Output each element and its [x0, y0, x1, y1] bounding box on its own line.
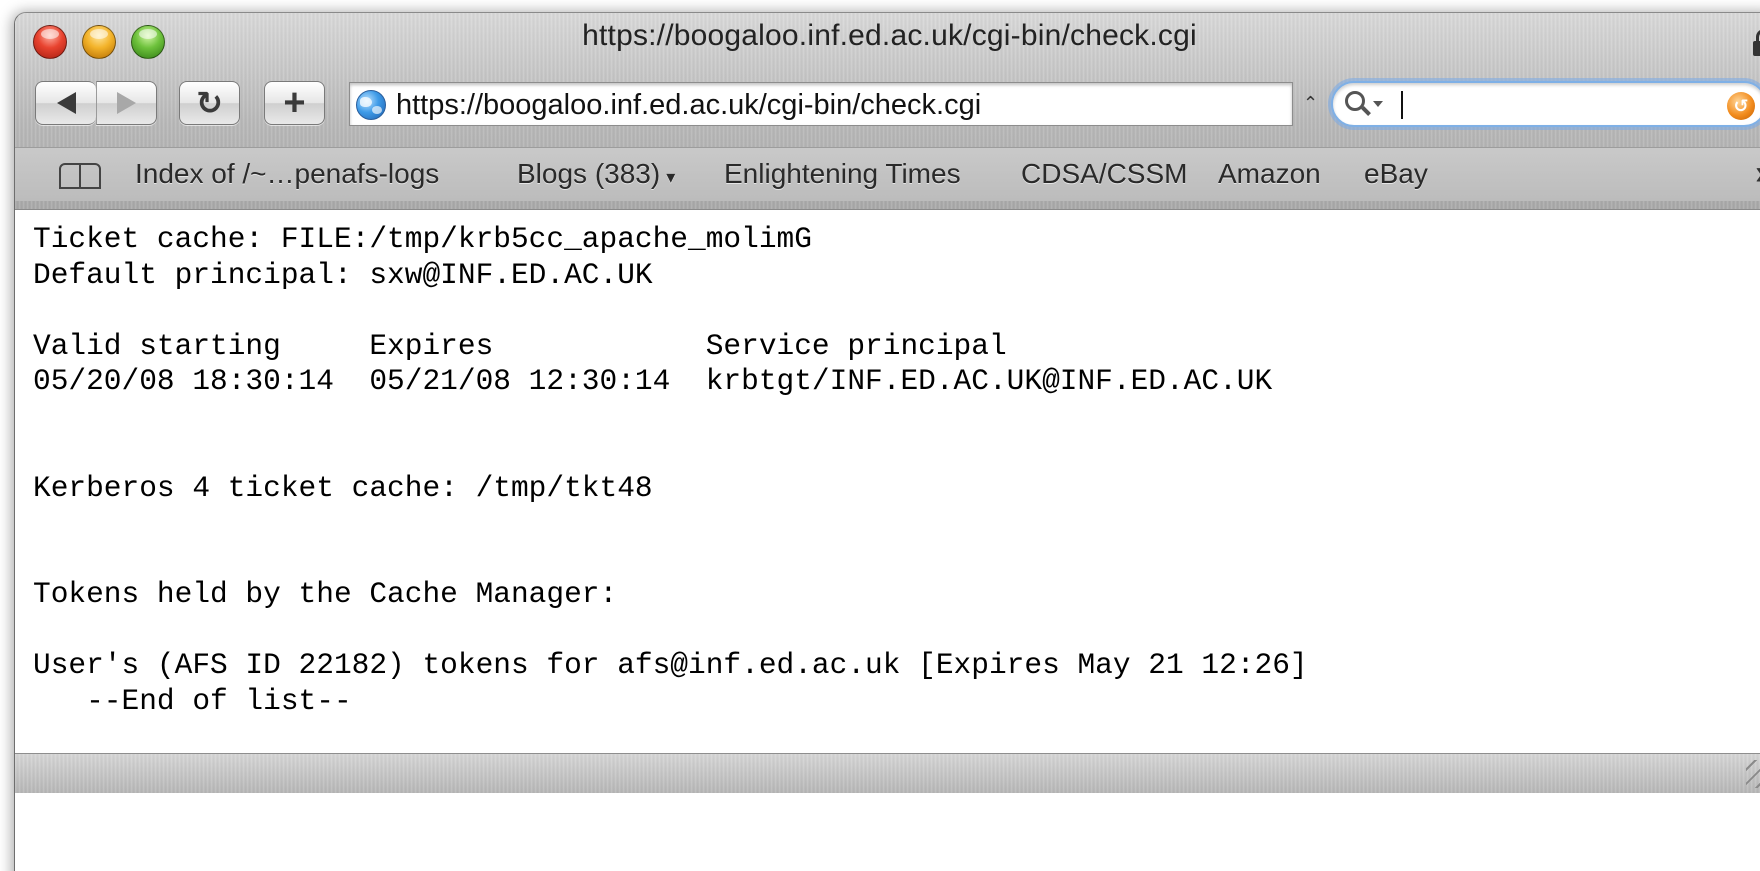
arrow-right-icon [117, 92, 136, 114]
bookmark-amazon[interactable]: Amazon [1218, 158, 1321, 190]
address-bar[interactable]: https://boogaloo.inf.ed.ac.uk/cgi-bin/ch… [349, 82, 1293, 126]
navigation-toolbar: ↻ + https://boogaloo.inf.ed.ac.uk/cgi-bi… [15, 67, 1760, 137]
output-line: --End of list-- [33, 683, 352, 718]
browser-chrome: https://boogaloo.inf.ed.ac.uk/cgi-bin/ch… [15, 13, 1760, 209]
output-line: Default principal: sxw@INF.ED.AC.UK [33, 257, 653, 292]
page-content: Ticket cache: FILE:/tmp/krb5cc_apache_mo… [15, 209, 1760, 753]
plus-icon: + [283, 82, 306, 124]
snapback-icon[interactable]: ↺ [1727, 92, 1755, 120]
reload-icon: ↻ [196, 85, 223, 121]
text-cursor [1401, 91, 1403, 119]
window-title: https://boogaloo.inf.ed.ac.uk/cgi-bin/ch… [582, 19, 1197, 52]
add-bookmark-button[interactable]: + [264, 81, 325, 125]
arrow-left-icon [56, 92, 76, 114]
reload-button[interactable]: ↻ [179, 81, 240, 125]
browser-window: https://boogaloo.inf.ed.ac.uk/cgi-bin/ch… [14, 12, 1760, 871]
output-line: User's (AFS ID 22182) tokens for afs@inf… [33, 648, 1308, 682]
bookmarks-overflow-icon[interactable]: » [1755, 154, 1760, 193]
bookmark-blogs[interactable]: Blogs (383) ▾ [517, 158, 675, 190]
book-icon[interactable] [59, 163, 101, 189]
bookmarks-bar: Index of /~…penafs-logs Blogs (383) ▾ Enl… [15, 147, 1760, 201]
lock-icon[interactable] [1752, 29, 1760, 57]
search-field[interactable]: ↺ [1331, 81, 1760, 127]
title-bar[interactable]: https://boogaloo.inf.ed.ac.uk/cgi-bin/ch… [15, 13, 1760, 73]
search-input-value[interactable] [1333, 83, 1337, 100]
bookmark-ebay[interactable]: eBay [1364, 158, 1428, 190]
output-line: Kerberos 4 ticket cache: /tmp/tkt48 [33, 470, 653, 505]
magnifier-icon[interactable] [1345, 89, 1385, 119]
output-line: 05/20/08 18:30:14 05/21/08 12:30:14 krbt… [33, 364, 1273, 398]
address-text[interactable]: https://boogaloo.inf.ed.ac.uk/cgi-bin/ch… [396, 89, 981, 122]
bookmark-index-of-logs[interactable]: Index of /~…penafs-logs [135, 158, 439, 190]
command-output: Ticket cache: FILE:/tmp/krb5cc_apache_mo… [33, 222, 1308, 719]
output-line: Ticket cache: FILE:/tmp/krb5cc_apache_mo… [33, 222, 812, 256]
bookmark-blogs-label: Blogs (383) [517, 158, 661, 189]
toolbar-resize-handle[interactable]: ⌃ [1303, 93, 1318, 114]
output-line: Tokens held by the Cache Manager: [33, 577, 618, 611]
forward-button[interactable] [96, 81, 157, 125]
back-button[interactable] [35, 81, 96, 125]
bookmark-cdsa-cssm[interactable]: CDSA/CSSM [1021, 158, 1187, 190]
resize-grip-icon[interactable] [1746, 760, 1760, 788]
chevron-down-icon: ▾ [666, 167, 676, 187]
globe-icon [356, 90, 386, 120]
status-bar [15, 753, 1760, 793]
output-line: Valid starting Expires Service principal [33, 328, 1007, 363]
bookmark-enlightening-times[interactable]: Enlightening Times [724, 158, 961, 190]
